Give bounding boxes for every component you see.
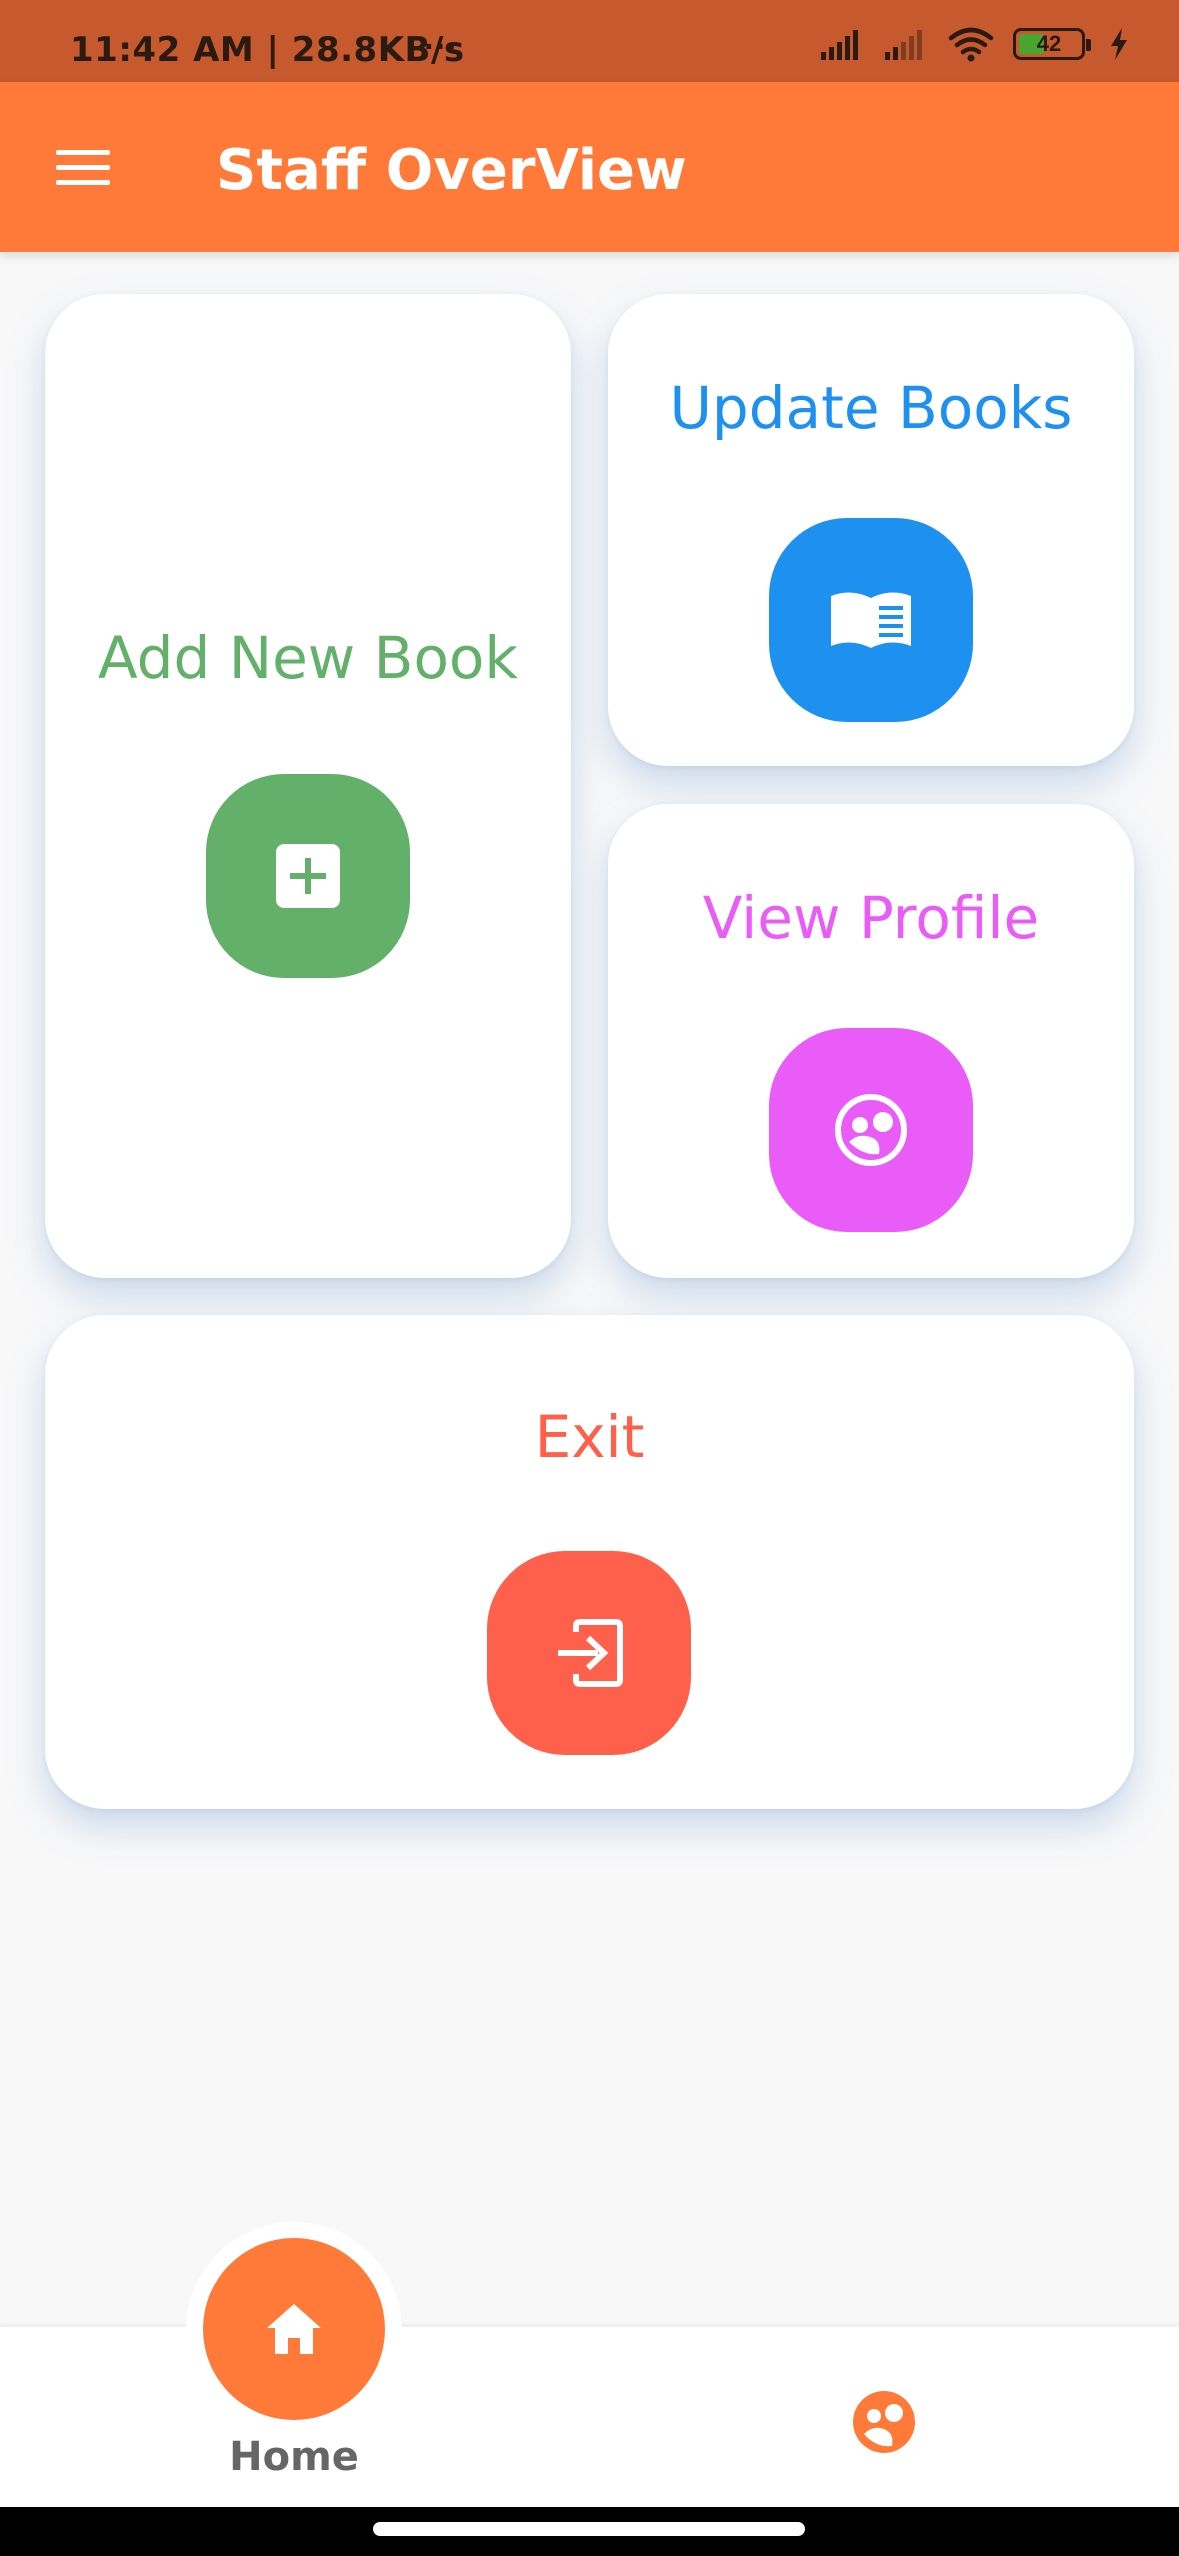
add-book-card[interactable]: Add New Book [45, 294, 571, 1278]
signal-icon-secondary [885, 30, 922, 60]
update-books-button[interactable] [769, 518, 973, 722]
signal-icon [821, 30, 858, 60]
app-bar: Staff OverView [0, 82, 1179, 252]
exit-button[interactable] [487, 1551, 691, 1755]
book-icon [831, 592, 911, 648]
wifi-icon [948, 27, 994, 62]
add-book-button[interactable] [206, 774, 410, 978]
hamburger-menu-icon[interactable] [48, 140, 118, 196]
add-box-icon [276, 844, 340, 908]
status-icons: 42 [819, 24, 1129, 64]
update-books-card[interactable]: Update Books [608, 294, 1134, 766]
profile-face-icon [835, 1094, 907, 1166]
charging-icon [1111, 28, 1127, 60]
home-icon [267, 2304, 321, 2354]
update-books-label: Update Books [669, 374, 1073, 442]
home-nav-button[interactable] [203, 2238, 385, 2420]
view-profile-label: View Profile [702, 884, 1040, 952]
battery-level: 42 [1036, 31, 1062, 56]
exit-icon [558, 1619, 623, 1687]
status-more-icon: ··· [424, 28, 458, 66]
add-book-label: Add New Book [97, 624, 519, 692]
gesture-handle[interactable] [373, 2522, 805, 2536]
battery-icon: 42 [1013, 28, 1091, 60]
page-title: Staff OverView [216, 138, 687, 203]
status-time: 11:42 AM | 28.8KB/s [70, 30, 465, 70]
bottom-navigation [0, 2327, 1179, 2507]
screen: 11:42 AM | 28.8KB/s ··· 42 Staff OverVie… [0, 0, 1179, 2556]
exit-card[interactable]: Exit [45, 1315, 1134, 1809]
view-profile-button[interactable] [769, 1028, 973, 1232]
profile-icon [853, 2391, 915, 2453]
exit-label: Exit [534, 1403, 645, 1471]
status-bar: 11:42 AM | 28.8KB/s ··· 42 [0, 0, 1179, 82]
home-nav-label: Home [229, 2434, 359, 2480]
view-profile-card[interactable]: View Profile [608, 804, 1134, 1278]
profile-nav-button[interactable] [850, 2388, 918, 2456]
